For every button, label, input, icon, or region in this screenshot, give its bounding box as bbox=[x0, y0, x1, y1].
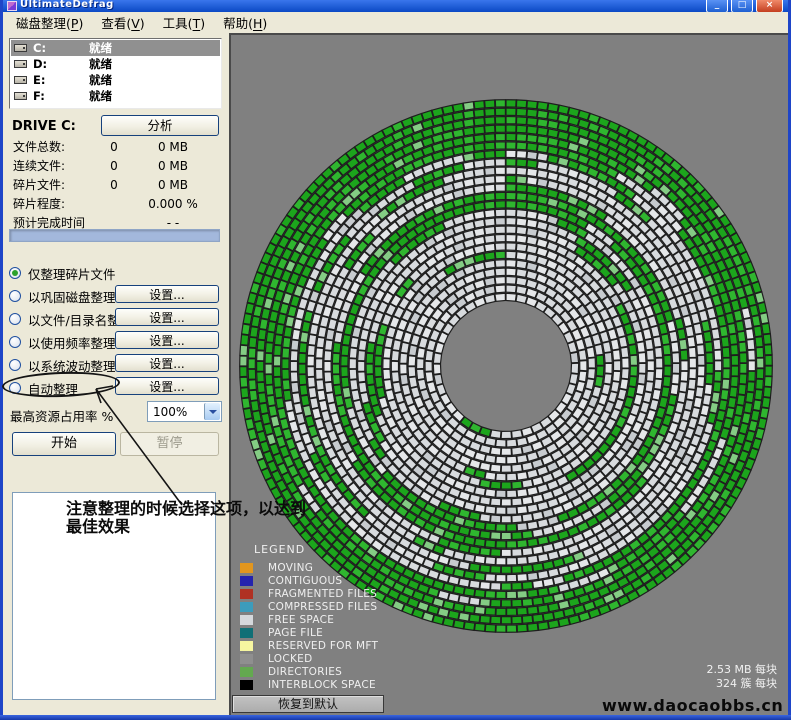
radio-defrag-only[interactable]: 仅整理碎片文件 bbox=[9, 264, 116, 282]
settings-button-auto[interactable]: 设置... bbox=[115, 377, 219, 395]
radio-icon[interactable] bbox=[9, 267, 21, 279]
radio-consolidate[interactable]: 以巩固磁盘整理 bbox=[9, 287, 116, 305]
pause-button[interactable]: 暂停 bbox=[120, 432, 219, 456]
minimize-icon: _ bbox=[715, 0, 720, 10]
chevron-down-icon[interactable] bbox=[204, 403, 220, 420]
legend: LEGEND MOVING CONTIGUOUS FRAGMENTED FILE… bbox=[240, 543, 378, 691]
settings-button-volatility[interactable]: 设置... bbox=[115, 354, 219, 372]
mft-swatch bbox=[240, 641, 253, 651]
annotation-text-line2: 最佳效果 bbox=[66, 513, 130, 537]
drive-status: 就绪 bbox=[89, 40, 112, 56]
legend-item-pagefile: PAGE FILE bbox=[240, 626, 378, 639]
settings-button-consolidate[interactable]: 设置... bbox=[115, 285, 219, 303]
stat-row-total-files: 文件总数:00 MB bbox=[3, 137, 229, 156]
legend-item-mft: RESERVED FOR MFT bbox=[240, 639, 378, 652]
app-icon bbox=[7, 1, 17, 11]
drive-icon bbox=[14, 92, 27, 100]
radio-icon[interactable] bbox=[9, 290, 21, 302]
drive-list[interactable]: C: 就绪 D: 就绪 E: 就绪 F: 就绪 bbox=[9, 38, 222, 109]
menu-item-tools[interactable]: 工具(T) bbox=[154, 11, 214, 34]
menu-item-view[interactable]: 查看(V) bbox=[92, 11, 153, 34]
radio-icon[interactable] bbox=[9, 313, 21, 325]
maximize-icon: □ bbox=[738, 0, 747, 10]
drive-row-e[interactable]: E: 就绪 bbox=[11, 72, 220, 88]
drive-row-d[interactable]: D: 就绪 bbox=[11, 56, 220, 72]
progress-bar bbox=[9, 229, 220, 242]
window-border-bottom bbox=[0, 715, 791, 720]
legend-item-moving: MOVING bbox=[240, 561, 378, 574]
stat-row-fragmented-files: 碎片文件:00 MB bbox=[3, 175, 229, 194]
radio-icon[interactable] bbox=[9, 359, 21, 371]
legend-item-compressed: COMPRESSED FILES bbox=[240, 600, 378, 613]
drive-icon bbox=[14, 44, 27, 52]
contiguous-swatch bbox=[240, 576, 253, 586]
locked-swatch bbox=[240, 654, 253, 664]
legend-item-locked: LOCKED bbox=[240, 652, 378, 665]
window-title: UltimateDefrag bbox=[20, 0, 114, 10]
freespace-swatch bbox=[240, 615, 253, 625]
drive-icon bbox=[14, 76, 27, 84]
block-size-mb: 2.53 MB 每块 bbox=[706, 663, 777, 677]
analyze-button[interactable]: 分析 bbox=[101, 115, 219, 136]
start-button[interactable]: 开始 bbox=[12, 432, 116, 456]
moving-swatch bbox=[240, 563, 253, 573]
legend-title: LEGEND bbox=[254, 543, 378, 556]
block-size-clusters: 324 簇 每块 bbox=[706, 677, 777, 691]
legend-item-directories: DIRECTORIES bbox=[240, 665, 378, 678]
selected-drive-label: DRIVE C: bbox=[12, 119, 76, 134]
block-size-stats: 2.53 MB 每块 324 簇 每块 bbox=[706, 663, 777, 691]
settings-button-filename[interactable]: 设置... bbox=[115, 308, 219, 326]
compressed-swatch bbox=[240, 602, 253, 612]
menu-bar: 磁盘整理(P) 查看(V) 工具(T) 帮助(H) bbox=[3, 12, 788, 33]
resource-usage-label: 最高资源占用率 % bbox=[10, 406, 113, 425]
fragmented-swatch bbox=[240, 589, 253, 599]
resource-combobox[interactable]: 100% bbox=[147, 401, 222, 422]
drive-row-f[interactable]: F: 就绪 bbox=[11, 88, 220, 104]
drive-stats: 文件总数:00 MB 连续文件:00 MB 碎片文件:00 MB 碎片程度:0.… bbox=[3, 137, 229, 232]
window-border-left bbox=[0, 0, 3, 720]
settings-button-usage[interactable]: 设置... bbox=[115, 331, 219, 349]
legend-item-interblock: INTERBLOCK SPACE bbox=[240, 678, 378, 691]
drive-status: 就绪 bbox=[89, 72, 112, 88]
resource-value: 100% bbox=[153, 405, 187, 419]
interblock-swatch bbox=[240, 680, 253, 690]
watermark: www.daocaobbs.cn bbox=[602, 696, 783, 715]
legend-item-freespace: FREE SPACE bbox=[240, 613, 378, 626]
legend-item-contiguous: CONTIGUOUS bbox=[240, 574, 378, 587]
menu-item-help[interactable]: 帮助(H) bbox=[214, 11, 276, 34]
radio-by-usage[interactable]: 以使用频率整理 bbox=[9, 333, 116, 351]
stat-row-fragmentation-level: 碎片程度:0.000 % bbox=[3, 194, 229, 213]
legend-item-fragmented: FRAGMENTED FILES bbox=[240, 587, 378, 600]
drive-icon bbox=[14, 60, 27, 68]
stat-row-contiguous-files: 连续文件:00 MB bbox=[3, 156, 229, 175]
app-window: UltimateDefrag _ □ × 磁盘整理(P) 查看(V) 工具(T)… bbox=[0, 0, 791, 720]
drive-row-c[interactable]: C: 就绪 bbox=[11, 40, 220, 56]
radio-icon[interactable] bbox=[9, 336, 21, 348]
drive-status: 就绪 bbox=[89, 56, 112, 72]
drive-status: 就绪 bbox=[89, 88, 112, 104]
restore-defaults-button[interactable]: 恢复到默认 bbox=[232, 695, 384, 713]
close-icon: × bbox=[766, 0, 774, 10]
pagefile-swatch bbox=[240, 628, 253, 638]
radio-by-filename[interactable]: 以文件/目录名整理 bbox=[9, 310, 132, 328]
menu-item-defrag[interactable]: 磁盘整理(P) bbox=[7, 11, 92, 34]
directories-swatch bbox=[240, 667, 253, 677]
